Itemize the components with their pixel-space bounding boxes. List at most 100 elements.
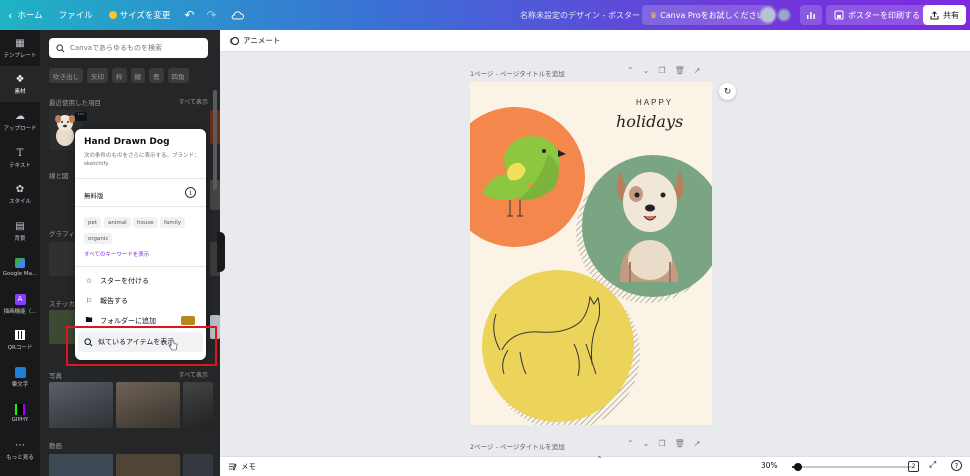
- more-options-icon[interactable]: ⋯: [75, 111, 87, 121]
- insights-button[interactable]: [800, 5, 822, 25]
- search-icon: [56, 43, 65, 52]
- rail-item-google-maps[interactable]: Google Ma...: [0, 249, 40, 285]
- resize-button[interactable]: サイズを変更: [101, 0, 179, 30]
- rail-item-brush-text[interactable]: 筆文字: [0, 359, 40, 395]
- see-all-link[interactable]: すべて表示: [179, 370, 208, 379]
- chevron-down-icon[interactable]: ⌄: [643, 66, 650, 75]
- share-button[interactable]: 共有: [923, 5, 966, 25]
- rail-item-style[interactable]: ✿ スタイル: [0, 176, 40, 212]
- page-1-tools: ⌃ ⌄ ❐ 🗑 ↗: [627, 66, 700, 75]
- filter-chip[interactable]: 吹き出し: [49, 68, 83, 83]
- search-box[interactable]: [49, 38, 208, 58]
- star-menu-item[interactable]: ☆ スターを付ける: [83, 273, 201, 289]
- zoom-level: 30%: [761, 461, 778, 470]
- keyword-tag[interactable]: family: [160, 217, 185, 228]
- graphic-thumb[interactable]: [49, 242, 77, 276]
- cloud-icon: [231, 11, 244, 20]
- page-2-title[interactable]: 2ページ - ページタイトルを追加: [470, 441, 565, 451]
- license-label: 無料版: [84, 192, 104, 200]
- filter-chip[interactable]: 矢印: [87, 68, 108, 83]
- rail-item-template[interactable]: ▦ テンプレート: [0, 30, 40, 66]
- see-all-link[interactable]: すべて表示: [179, 97, 208, 106]
- info-icon[interactable]: i: [185, 187, 196, 198]
- chevron-down-icon[interactable]: ⌄: [643, 439, 650, 448]
- poster-holidays-text: holidays: [616, 112, 683, 131]
- cloud-save-button[interactable]: [223, 0, 252, 30]
- left-rail: ▦ テンプレート ❖ 素材 ☁ アップロード T テキスト ✿ スタイル ▤ 背…: [0, 30, 40, 476]
- filter-chip[interactable]: 線: [130, 68, 145, 83]
- refresh-button[interactable]: ↻: [719, 83, 736, 100]
- crown-icon: [108, 11, 117, 19]
- highlight-box: [66, 326, 217, 366]
- page-1-title[interactable]: 1ページ - ページタイトルを追加: [470, 68, 565, 78]
- rail-item-upload[interactable]: ☁ アップロード: [0, 103, 40, 139]
- filter-chip[interactable]: 枠: [112, 68, 127, 83]
- memo-button[interactable]: メモ: [228, 461, 256, 472]
- rail-item-text[interactable]: T テキスト: [0, 140, 40, 176]
- popup-title: Hand Drawn Dog: [84, 137, 170, 147]
- more-icon: ⋯: [15, 439, 25, 451]
- home-button[interactable]: ‹ ホーム: [0, 0, 51, 30]
- section-title-graphics: グラフィ: [49, 230, 75, 238]
- report-menu-item[interactable]: ⚐ 報告する: [83, 293, 201, 309]
- panel-scrollbar[interactable]: [213, 90, 217, 190]
- filter-chips: 吹き出し 矢印 枠 線 丟 四角: [49, 68, 189, 83]
- rail-label: 描画機能（...: [3, 309, 37, 315]
- trash-icon[interactable]: 🗑: [675, 66, 685, 75]
- avatar[interactable]: [760, 7, 776, 23]
- zoom-slider[interactable]: [792, 463, 912, 471]
- animate-icon: [229, 36, 239, 45]
- photo-thumb[interactable]: [116, 382, 180, 428]
- add-page-icon[interactable]: ↗: [694, 439, 701, 448]
- poster-page-1[interactable]: HAPPY holidays: [470, 82, 712, 425]
- keyword-tag[interactable]: pet: [84, 217, 102, 228]
- rail-item-background[interactable]: ▤ 背景: [0, 213, 40, 249]
- file-menu-button[interactable]: ファイル: [51, 0, 101, 30]
- collapse-panel-handle[interactable]: [217, 232, 225, 272]
- try-pro-button[interactable]: ♛ Canva Proをお試しください: [642, 5, 773, 25]
- add-page-icon[interactable]: ↗: [694, 66, 701, 75]
- rail-item-giphy[interactable]: GIPHY: [0, 395, 40, 431]
- redo-button[interactable]: ↷: [200, 0, 222, 30]
- text-icon: T: [16, 147, 24, 159]
- section-title-photos: 写真: [49, 372, 62, 380]
- keyword-tag[interactable]: animal: [104, 217, 131, 228]
- try-pro-label: Canva Proをお試しください: [660, 10, 765, 20]
- keyword-tag[interactable]: house: [133, 217, 158, 228]
- print-poster-button[interactable]: ポスターを印刷する: [826, 5, 928, 25]
- pro-crown-badge: [181, 316, 195, 325]
- duplicate-icon[interactable]: ❐: [658, 439, 665, 448]
- zoom-slider-knob[interactable]: [794, 463, 802, 471]
- page-count-button[interactable]: 2: [908, 461, 919, 472]
- google-maps-icon: [14, 257, 26, 269]
- keyword-tag[interactable]: organic: [84, 233, 113, 244]
- animate-button[interactable]: アニメート: [229, 35, 280, 46]
- help-icon[interactable]: ?: [951, 460, 962, 471]
- photo-thumb[interactable]: [49, 382, 113, 428]
- search-input[interactable]: [70, 44, 200, 52]
- section-title-recent: 最近使用した項目: [49, 99, 101, 107]
- background-icon: ▤: [15, 220, 25, 232]
- photo-thumb[interactable]: [183, 382, 213, 428]
- trash-icon[interactable]: 🗑: [675, 439, 685, 448]
- design-title[interactable]: 名称未設定のデザイン - ポスター: [520, 0, 640, 30]
- video-thumb[interactable]: [116, 454, 180, 476]
- filter-chip[interactable]: 四角: [167, 68, 189, 83]
- video-thumb[interactable]: [49, 454, 113, 476]
- duplicate-icon[interactable]: ❐: [658, 66, 665, 75]
- rail-item-elements[interactable]: ❖ 素材: [0, 66, 40, 102]
- rail-item-qr-code[interactable]: QRコード: [0, 322, 40, 358]
- chevron-up-icon[interactable]: ⌃: [596, 455, 603, 464]
- chevron-up-icon[interactable]: ⌃: [627, 439, 634, 448]
- chevron-up-icon[interactable]: ⌃: [627, 66, 634, 75]
- rail-item-more[interactable]: ⋯ もっと見る: [0, 432, 40, 468]
- avatar-secondary[interactable]: [778, 9, 790, 21]
- rail-label: テキスト: [9, 163, 31, 169]
- fullscreen-icon[interactable]: ⤢: [929, 460, 936, 470]
- menu-label: フォルダーに追加: [100, 317, 156, 325]
- undo-button[interactable]: ↶: [178, 0, 200, 30]
- filter-chip[interactable]: 丟: [149, 68, 164, 83]
- rail-item-draw[interactable]: A 描画機能（...: [0, 286, 40, 322]
- all-keywords-link[interactable]: すべてのキーワードを表示: [84, 250, 149, 258]
- video-thumb[interactable]: [183, 454, 213, 476]
